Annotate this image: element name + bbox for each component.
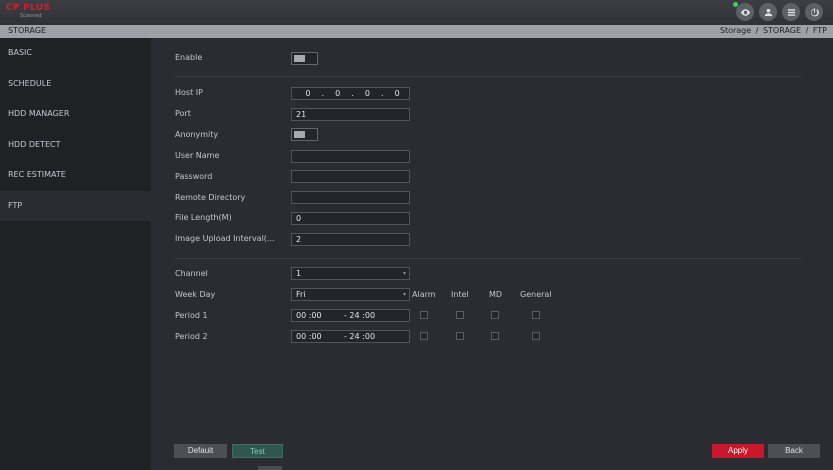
- host-ip-octet-1[interactable]: 0: [296, 88, 320, 99]
- sidebar-item-basic[interactable]: BASIC: [0, 38, 151, 69]
- period-1-intel-checkbox[interactable]: [456, 311, 464, 319]
- channel-value: 1: [296, 269, 302, 278]
- password-label: Password: [175, 172, 213, 181]
- period-2-end[interactable]: - 24 :00: [344, 331, 375, 342]
- page-title: STORAGE: [8, 26, 47, 35]
- period-1-general-checkbox[interactable]: [532, 311, 540, 319]
- power-icon[interactable]: [805, 3, 823, 21]
- column-general: General: [520, 290, 552, 299]
- period-1-label: Period 1: [175, 311, 208, 320]
- user-name-label: User Name: [175, 151, 220, 160]
- channel-label: Channel: [175, 269, 208, 278]
- host-ip-octet-3[interactable]: 0: [356, 88, 380, 99]
- brand-logo: CP PLUS Scanned: [6, 3, 62, 21]
- chevron-down-icon: ▾: [402, 270, 406, 277]
- back-button[interactable]: Back: [768, 444, 820, 458]
- period-2-general-checkbox[interactable]: [532, 332, 540, 340]
- week-day-label: Week Day: [175, 290, 216, 299]
- divider: [175, 76, 801, 77]
- test-button[interactable]: Test: [232, 444, 283, 458]
- breadcrumb: Storage / STORAGE / FTP: [719, 26, 827, 35]
- enable-toggle[interactable]: [291, 52, 318, 65]
- period-2-intel-checkbox[interactable]: [456, 332, 464, 340]
- file-length-label: File Length(M): [175, 213, 232, 222]
- eye-icon[interactable]: [733, 2, 754, 21]
- column-md: MD: [489, 290, 503, 299]
- host-ip-input[interactable]: 0 . 0 . 0 . 0: [291, 87, 410, 100]
- channel-select[interactable]: 1 ▾: [291, 267, 410, 280]
- period-2-md-checkbox[interactable]: [491, 332, 499, 340]
- sidebar-item-hdd-detect[interactable]: HDD DETECT: [0, 130, 151, 161]
- anonymity-toggle-knob: [294, 131, 305, 138]
- file-length-input[interactable]: 0: [291, 212, 410, 225]
- remote-directory-label: Remote Directory: [175, 193, 246, 202]
- section-header: STORAGE Storage / STORAGE / FTP: [0, 25, 833, 38]
- sidebar-item-rec-estimate[interactable]: REC ESTIMATE: [0, 160, 151, 191]
- host-ip-octet-2[interactable]: 0: [326, 88, 350, 99]
- password-input[interactable]: [291, 170, 410, 183]
- grid-icon[interactable]: [782, 3, 800, 21]
- sidebar-item-hdd-manager[interactable]: HDD MANAGER: [0, 99, 151, 130]
- period-2-label: Period 2: [175, 332, 208, 341]
- host-ip-label: Host IP: [175, 88, 203, 97]
- host-ip-octet-4[interactable]: 0: [385, 88, 409, 99]
- enable-toggle-knob: [294, 55, 305, 62]
- column-intel: Intel: [451, 290, 469, 299]
- sidebar-item-ftp[interactable]: FTP: [0, 190, 151, 221]
- chevron-down-icon: ▾: [402, 291, 406, 298]
- period-1-alarm-checkbox[interactable]: [420, 311, 428, 319]
- period-2-alarm-checkbox[interactable]: [420, 332, 428, 340]
- brand-sub: Scanned: [20, 13, 42, 19]
- default-button[interactable]: Default: [174, 444, 227, 458]
- period-1-time-input[interactable]: 00 :00 - 24 :00: [291, 309, 410, 322]
- remote-directory-input[interactable]: [291, 191, 410, 204]
- sidebar: BASIC SCHEDULE HDD MANAGER HDD DETECT RE…: [0, 38, 151, 470]
- week-day-select[interactable]: Fri ▾: [291, 288, 410, 301]
- brand-name: CP PLUS: [6, 3, 51, 13]
- period-1-end[interactable]: - 24 :00: [344, 310, 375, 321]
- week-day-value: Fri: [296, 290, 306, 299]
- port-input[interactable]: 21: [291, 108, 410, 121]
- enable-label: Enable: [175, 53, 203, 62]
- divider: [175, 258, 801, 259]
- period-1-md-checkbox[interactable]: [491, 311, 499, 319]
- column-alarm: Alarm: [412, 290, 436, 299]
- user-icon[interactable]: [759, 3, 777, 21]
- anonymity-label: Anonymity: [175, 130, 219, 139]
- period-2-start[interactable]: 00 :00: [296, 332, 322, 341]
- scrollbar-handle[interactable]: [258, 466, 282, 470]
- ftp-settings-panel: Enable Host IP 0 . 0 . 0 . 0 Port 21 Ano…: [151, 38, 833, 470]
- user-name-input[interactable]: [291, 150, 410, 163]
- anonymity-toggle[interactable]: [291, 128, 318, 141]
- port-label: Port: [175, 109, 191, 118]
- status-online-dot: [733, 2, 738, 7]
- apply-button[interactable]: Apply: [712, 444, 764, 458]
- top-bar: CP PLUS Scanned: [0, 0, 833, 25]
- image-upload-interval-label: Image Upload Interval(...: [175, 234, 275, 243]
- image-upload-interval-input[interactable]: 2: [291, 233, 410, 246]
- sidebar-item-schedule[interactable]: SCHEDULE: [0, 69, 151, 100]
- period-1-start[interactable]: 00 :00: [296, 311, 322, 320]
- period-2-time-input[interactable]: 00 :00 - 24 :00: [291, 330, 410, 343]
- top-icons: [733, 2, 823, 21]
